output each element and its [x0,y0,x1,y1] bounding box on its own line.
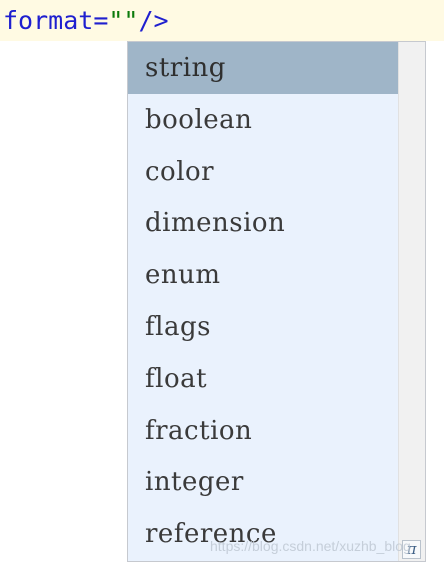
autocomplete-item-enum[interactable]: enum [128,249,399,301]
autocomplete-item-integer[interactable]: integer [128,456,399,508]
tag-close: /> [138,6,169,35]
attribute-value[interactable]: "" [108,6,138,35]
code-line[interactable]: format=""/> [0,0,444,41]
autocomplete-list: string boolean color dimension enum flag… [128,42,399,560]
attribute-name: format [3,6,94,35]
autocomplete-item-boolean[interactable]: boolean [128,94,399,146]
autocomplete-item-string[interactable]: string [128,42,399,94]
code-editor[interactable]: format=""/> string boolean color dimensi… [0,0,444,566]
autocomplete-item-fraction[interactable]: fraction [128,405,399,457]
scrollbar[interactable] [398,42,425,561]
autocomplete-popup[interactable]: string boolean color dimension enum flag… [127,41,426,562]
autocomplete-item-flags[interactable]: flags [128,301,399,353]
watermark: https://blog.csdn.net/xuzhb_blog [210,538,411,554]
autocomplete-item-color[interactable]: color [128,146,399,198]
equals-sign: = [93,6,109,35]
autocomplete-item-float[interactable]: float [128,353,399,405]
autocomplete-item-dimension[interactable]: dimension [128,197,399,249]
